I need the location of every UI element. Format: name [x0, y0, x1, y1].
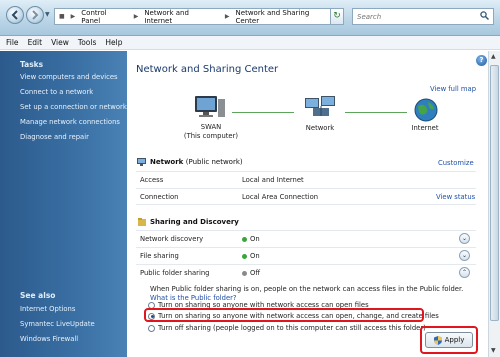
description-text: When Public folder sharing is on, people… [150, 285, 464, 293]
network-type: (Public network) [185, 158, 243, 166]
see-also-symantec-liveupdate[interactable]: Symantec LiveUpdate [20, 320, 95, 328]
computer-sub-label: (This computer) [183, 132, 239, 140]
recent-pages-dropdown[interactable]: ▼ [45, 11, 52, 18]
file-sharing-label: File sharing [140, 252, 179, 260]
public-folder-status: Off [242, 269, 260, 277]
vertical-scrollbar[interactable]: ▲ ▼ [488, 51, 500, 357]
forward-arrow-icon [32, 10, 39, 20]
globe-icon [414, 98, 438, 122]
search-icon[interactable] [480, 11, 489, 20]
network-discovery-label: Network discovery [140, 235, 204, 243]
computer-name-label: SWAN [200, 123, 222, 131]
customize-link[interactable]: Customize [438, 159, 474, 167]
public-folder-label: Public folder sharing [140, 269, 210, 277]
refresh-button[interactable]: ↻ [330, 8, 344, 25]
menu-bar: File Edit View Tools Help [0, 36, 500, 50]
uac-shield-icon [433, 335, 442, 345]
status-on-icon [242, 236, 247, 242]
network-label: Network [305, 124, 335, 132]
chevron-right-icon: ▶ [133, 13, 139, 20]
breadcrumb-network-sharing-center[interactable]: Network and Sharing Center [236, 9, 335, 25]
chevron-right-icon: ▶ [70, 13, 76, 20]
page-title: Network and Sharing Center [136, 64, 279, 75]
collapse-public-folder[interactable]: ⌃ [459, 267, 470, 278]
sharing-icon [138, 218, 146, 226]
scroll-up-icon[interactable]: ▲ [491, 53, 496, 60]
forward-button[interactable] [26, 6, 44, 24]
scrollbar-thumb[interactable] [490, 65, 499, 321]
control-panel-icon: ■ [59, 13, 65, 20]
task-manage-connections[interactable]: Manage network connections [20, 118, 120, 126]
breadcrumb-network-internet[interactable]: Network and Internet [144, 9, 219, 25]
access-value: Local and Internet [242, 176, 304, 184]
internet-label: Internet [411, 124, 439, 132]
selected-option-highlight [144, 308, 424, 322]
task-connect-network[interactable]: Connect to a network [20, 88, 93, 96]
menu-file[interactable]: File [6, 38, 19, 47]
sharing-row-network-discovery: Network discovery On ⌄ [136, 230, 476, 247]
sharing-section-title: Sharing and Discovery [150, 218, 239, 226]
radio-turn-off[interactable] [148, 324, 155, 332]
connection-line [345, 112, 407, 113]
sharing-row-public-folder: Public folder sharing Off ⌃ [136, 264, 476, 281]
option-turn-off[interactable]: Turn off sharing (people logged on to th… [148, 324, 426, 332]
apply-label: Apply [444, 336, 465, 344]
chevron-right-icon: ▶ [224, 13, 230, 20]
apply-button[interactable]: Apply [425, 332, 473, 348]
search-input[interactable] [352, 8, 494, 25]
tasks-heading: Tasks [20, 60, 44, 69]
network-row-access: Access Local and Internet [136, 171, 476, 188]
refresh-icon: ↻ [333, 11, 341, 21]
network-icon [305, 96, 335, 116]
option-turn-off-label: Turn off sharing (people logged on to th… [158, 324, 426, 332]
see-also-internet-options[interactable]: Internet Options [20, 305, 75, 313]
expand-network-discovery[interactable]: ⌄ [459, 233, 470, 244]
back-arrow-icon [11, 10, 18, 20]
status-on-icon [242, 253, 247, 259]
view-full-map-link[interactable]: View full map [430, 85, 476, 93]
file-sharing-status: On [242, 252, 260, 260]
address-bar: ▼ ■ ▶ Control Panel ▶ Network and Intern… [0, 0, 500, 36]
connection-label: Connection [140, 193, 179, 201]
status-off-icon [242, 270, 247, 276]
scroll-down-icon[interactable]: ▼ [491, 347, 496, 354]
expand-file-sharing[interactable]: ⌄ [459, 250, 470, 261]
public-folder-description: When Public folder sharing is on, people… [150, 285, 470, 302]
connection-line [232, 112, 294, 113]
tasks-sidebar: Tasks View computers and devices Connect… [0, 51, 127, 357]
task-setup-connection[interactable]: Set up a connection or network [20, 103, 127, 111]
network-name: Network [150, 158, 184, 166]
menu-edit[interactable]: Edit [28, 38, 43, 47]
help-icon[interactable]: ? [476, 55, 487, 66]
menu-tools[interactable]: Tools [78, 38, 96, 47]
network-small-icon [137, 158, 146, 166]
network-row-connection: Connection Local Area Connection View st… [136, 188, 476, 205]
menu-view[interactable]: View [51, 38, 69, 47]
sharing-row-file-sharing: File sharing On ⌄ [136, 247, 476, 264]
see-also-windows-firewall[interactable]: Windows Firewall [20, 335, 78, 343]
address-input[interactable]: ■ ▶ Control Panel ▶ Network and Internet… [54, 8, 342, 25]
access-label: Access [140, 176, 164, 184]
breadcrumb-control-panel[interactable]: Control Panel [81, 9, 127, 25]
menu-help[interactable]: Help [105, 38, 122, 47]
back-button[interactable] [6, 6, 24, 24]
network-section-title: Network (Public network) [150, 158, 243, 166]
view-status-link[interactable]: View status [436, 193, 475, 201]
see-also-heading: See also [20, 291, 56, 300]
computer-icon [195, 96, 225, 117]
task-view-computers[interactable]: View computers and devices [20, 73, 118, 81]
task-diagnose-repair[interactable]: Diagnose and repair [20, 133, 89, 141]
connection-value: Local Area Connection [242, 193, 319, 201]
network-discovery-status: On [242, 235, 260, 243]
